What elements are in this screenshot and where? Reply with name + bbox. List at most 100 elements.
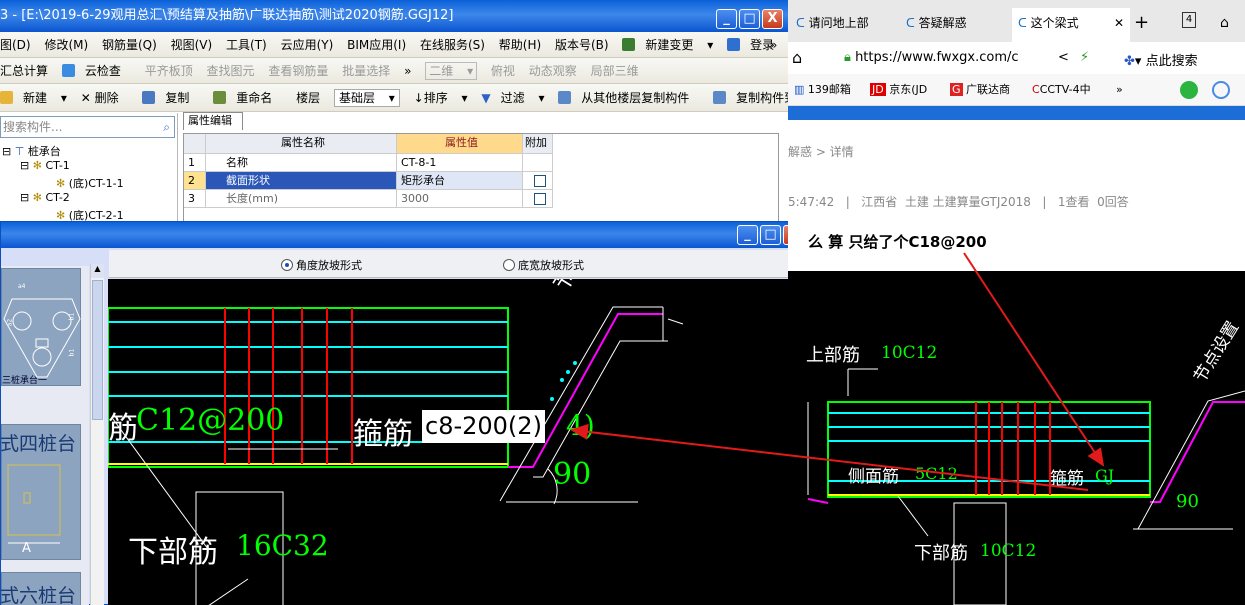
share-icon[interactable]: < (1058, 50, 1069, 65)
filter-button[interactable]: ▼ 过滤 ▾ (481, 84, 544, 111)
stirrup-label: 箍筋 (1050, 469, 1084, 489)
new-tab-button[interactable]: + (1134, 10, 1154, 36)
four-pile-cap-sketch (7, 464, 61, 544)
breadcrumb[interactable]: 解惑 > 详情 (788, 143, 854, 160)
prop-value-cell[interactable]: 3000 (397, 190, 523, 208)
shirt-icon[interactable]: ⌂ (1220, 10, 1240, 36)
copy-button[interactable]: 复制 (142, 84, 199, 111)
side-rebar-label: 侧面筋 (848, 467, 899, 487)
prop-value-cell[interactable]: 矩形承台 (397, 172, 523, 190)
overflow-chevron-icon[interactable]: » (770, 32, 777, 57)
rename-button[interactable]: 重命名 (213, 84, 282, 111)
thumb-four-pile-cap[interactable]: 式四桩台 A (0, 424, 81, 560)
stirrup-value: GJ (1095, 466, 1115, 485)
find-element-button[interactable]: 查找图元 (207, 58, 255, 83)
bookmark-glodon[interactable]: G 广联达商 (950, 74, 1010, 106)
menu-rebar-qty[interactable]: 钢筋量(Q) (102, 32, 157, 57)
attach-checkbox[interactable] (533, 175, 546, 187)
view-rebar-qty-button[interactable]: 查看钢筋量 (268, 58, 328, 83)
menu-tools[interactable]: 工具(T) (226, 32, 267, 57)
search-engine-button[interactable]: ✤▾ 点此搜索 (1124, 50, 1198, 69)
scroll-up-icon[interactable]: ▲ (91, 264, 104, 278)
glodon-icon: G (950, 83, 963, 96)
delete-button[interactable]: ✕ 删除 (81, 84, 129, 111)
tree-item-ct1-1[interactable]: ✻ (底)CT-1-1 (56, 175, 124, 191)
tab-property-edit[interactable]: 属性编辑 (183, 112, 243, 130)
url-field[interactable]: 🔒︎ https://www.fwxgx.com/c (844, 50, 1019, 65)
local-3d-button[interactable]: 局部三维 (591, 58, 639, 83)
menu-help[interactable]: 帮助(H) (499, 32, 541, 57)
lock-icon: 🔒︎ (844, 50, 851, 65)
search-icon[interactable]: ⌕ (163, 117, 170, 137)
thumb-three-pile-cap[interactable]: a4 a2 b1 b1 三桩承台一 (1, 268, 81, 386)
wechat-icon[interactable] (1180, 81, 1198, 99)
tab-count-badge[interactable]: 4 (1182, 12, 1196, 28)
attach-cell (523, 190, 553, 208)
cap-outline (108, 307, 509, 468)
tab-close-icon[interactable]: ✕ (1114, 8, 1124, 38)
menu-version[interactable]: 版本号(B) (555, 32, 609, 57)
new-button[interactable]: 新建 ▾ (0, 84, 67, 111)
maximize-button[interactable]: □ (739, 9, 760, 29)
check-icon (61, 64, 75, 77)
cloud-check-button[interactable]: 云检查 (61, 58, 131, 83)
tab-answers[interactable]: ᑕ 答疑解惑 (906, 10, 1006, 36)
angle-slope-radio[interactable]: 角度放坡形式 (281, 257, 362, 273)
component-search-input[interactable]: 搜索构件... ⌕ (0, 116, 175, 138)
stirrup-input[interactable]: c8-200(2) (422, 410, 545, 443)
summary-calc-button[interactable]: 汇总计算 (0, 58, 48, 83)
batch-select-button[interactable]: 批量选择 (342, 58, 390, 83)
tree-item-ct1[interactable]: ⊟ ✻ CT-1 (20, 159, 70, 172)
minimize-button[interactable]: _ (716, 9, 737, 29)
align-slab-button[interactable]: 平齐板顶 (145, 58, 193, 83)
bookmark-cctv[interactable]: CCCTV-4中 (1032, 74, 1091, 106)
menu-online[interactable]: 在线服务(S) (420, 32, 485, 57)
view-mode-select[interactable]: 二维 ▾ (425, 62, 478, 80)
bookmark-139mail[interactable]: ▥ 139邮箱 (794, 74, 851, 106)
tree-item-pile-cap[interactable]: ⊟ ⊤ 桩承台 (2, 143, 61, 159)
bottom-rebar-label: 下部筋 (914, 543, 968, 564)
change-icon (622, 38, 636, 51)
menu-draw[interactable]: 图(D) (0, 32, 31, 57)
home-icon[interactable]: ⌂ (792, 48, 802, 67)
close-button[interactable]: X (762, 9, 783, 29)
menu-new-change[interactable]: 新建变更 ▾ (622, 32, 713, 57)
thumb-six-pile-cap[interactable]: 式六桩台 (0, 572, 81, 605)
slope-rebar (807, 498, 829, 504)
prop-value-cell[interactable]: CT-8-1 (397, 154, 523, 172)
menu-view[interactable]: 视图(V) (171, 32, 213, 57)
stirrup-label: 箍筋 (353, 417, 413, 452)
copy-from-floor-button[interactable]: 从其他楼层复制构件 (558, 84, 699, 111)
thumbnail-scrollbar[interactable]: ▲ (90, 264, 104, 605)
menu-bim[interactable]: BIM应用(I) (347, 32, 406, 57)
bookmark-jd[interactable]: JD 京东(JD (870, 74, 927, 106)
dialog-maximize-button[interactable]: □ (760, 225, 781, 245)
lightning-icon[interactable]: ⚡ (1080, 50, 1089, 65)
slope-mode-options: 角度放坡形式 底宽放坡形式 (109, 250, 788, 278)
tab-question-1[interactable]: ᑕ 请问地上部 (796, 10, 896, 36)
attach-checkbox[interactable] (533, 193, 546, 205)
sort-button[interactable]: ↓排序 ▾ (414, 84, 468, 111)
width-slope-radio[interactable]: 底宽放坡形式 (503, 257, 584, 273)
tree-item-ct2[interactable]: ⊟ ✻ CT-2 (20, 191, 70, 204)
floor-select[interactable]: 基础层 ▾ (333, 89, 400, 107)
radio-unchecked-icon (503, 259, 515, 271)
header-prop-value: 属性值 (397, 134, 523, 154)
overflow-chevron-icon[interactable]: » (404, 58, 411, 83)
menu-modify[interactable]: 修改(M) (44, 32, 88, 57)
bookmarks-overflow-icon[interactable]: » (1116, 74, 1123, 106)
prop-name-cell: 长度(mm) (206, 190, 397, 208)
dialog-minimize-button[interactable]: _ (737, 225, 758, 245)
cad-drawing-canvas[interactable]: 节点设 筋 C12@200 箍筋 c8-200(2) 4) 90 下部筋 16C… (108, 279, 788, 605)
bottom-rebar-value: 16C32 (236, 529, 329, 562)
minus-circle-icon[interactable] (1212, 81, 1230, 99)
dynamic-view-button[interactable]: 动态观察 (529, 58, 577, 83)
menu-cloud[interactable]: 云应用(Y) (281, 32, 334, 57)
scroll-thumb[interactable] (92, 280, 103, 420)
rebar-dot (573, 361, 577, 365)
menu-login[interactable]: 登录 ▾ (727, 32, 788, 57)
copy-to-floor-button[interactable]: 复制构件到其他楼层 (713, 84, 788, 111)
question-image[interactable]: 上部筋 10C12 侧面筋 5C12 箍筋 GJ 90 下部筋 10C12 节点… (788, 271, 1245, 605)
top-view-button[interactable]: 俯视 (491, 58, 515, 83)
tab-current[interactable]: ᑕ 这个梁式 ✕ (1012, 8, 1130, 42)
